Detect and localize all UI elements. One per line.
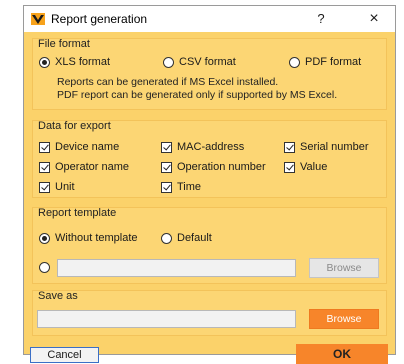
operator-name-label: Operator name: [55, 161, 129, 173]
device-name-checkbox[interactable]: Device name: [39, 141, 119, 153]
save-as-title: Save as: [38, 290, 78, 302]
excel-note-line1: Reports can be generated if MS Excel ins…: [57, 76, 279, 88]
without-template-label: Without template: [55, 232, 138, 244]
app-logo-icon: [31, 13, 45, 25]
ok-button[interactable]: OK: [296, 344, 388, 364]
report-template-group: Report template Without template Default…: [32, 207, 387, 284]
save-path-field[interactable]: [37, 310, 296, 328]
value-label: Value: [300, 161, 328, 173]
template-path-field[interactable]: [57, 259, 296, 277]
unit-label: Unit: [55, 181, 75, 193]
data-for-export-group: Data for export Device name MAC-address …: [32, 120, 387, 198]
checkbox-checked-icon: [284, 141, 295, 153]
report-generation-dialog: Report generation ? × File format XLS fo…: [23, 5, 396, 364]
operation-number-label: Operation number: [177, 161, 266, 173]
serial-number-checkbox[interactable]: Serial number: [284, 141, 368, 153]
template-browse-button[interactable]: Browse: [309, 258, 379, 278]
checkbox-checked-icon: [39, 161, 50, 173]
without-template-radio[interactable]: Without template: [39, 232, 138, 244]
checkbox-checked-icon: [161, 161, 172, 173]
value-checkbox[interactable]: Value: [284, 161, 327, 173]
cancel-button[interactable]: Cancel: [30, 347, 99, 363]
radio-unselected-icon: [39, 262, 50, 273]
time-label: Time: [177, 181, 202, 193]
checkbox-checked-icon: [161, 141, 172, 153]
checkbox-checked-icon: [39, 141, 50, 153]
data-for-export-title: Data for export: [38, 120, 111, 132]
default-template-radio[interactable]: Default: [161, 232, 212, 244]
radio-unselected-icon: [289, 56, 300, 68]
radio-selected-icon: [39, 232, 50, 244]
checkbox-checked-icon: [161, 181, 172, 193]
checkbox-checked-icon: [284, 161, 295, 173]
csv-format-radio[interactable]: CSV format: [163, 56, 236, 68]
report-template-title: Report template: [38, 207, 117, 219]
file-format-title: File format: [38, 38, 90, 50]
xls-format-radio[interactable]: XLS format: [39, 56, 110, 68]
help-button[interactable]: ?: [310, 9, 332, 29]
operator-name-checkbox[interactable]: Operator name: [39, 161, 129, 173]
radio-selected-icon: [39, 56, 50, 68]
pdf-format-radio[interactable]: PDF format: [289, 56, 361, 68]
default-template-label: Default: [177, 232, 212, 244]
radio-unselected-icon: [163, 56, 174, 68]
xls-format-label: XLS format: [55, 56, 111, 68]
window-title: Report generation: [51, 12, 148, 26]
save-browse-button[interactable]: Browse: [309, 309, 379, 329]
checkbox-checked-icon: [39, 181, 50, 193]
radio-unselected-icon: [161, 232, 172, 244]
unit-checkbox[interactable]: Unit: [39, 181, 75, 193]
custom-template-radio[interactable]: [39, 262, 55, 273]
pdf-format-label: PDF format: [305, 56, 362, 68]
mac-address-label: MAC-address: [177, 141, 245, 153]
title-bar[interactable]: Report generation ? ×: [24, 6, 395, 32]
serial-number-label: Serial number: [300, 141, 369, 153]
operation-number-checkbox[interactable]: Operation number: [161, 161, 266, 173]
excel-note-line2: PDF report can be generated only if supp…: [57, 89, 338, 101]
csv-format-label: CSV format: [179, 56, 236, 68]
file-format-group: File format XLS format CSV format PDF fo…: [32, 38, 387, 110]
device-name-label: Device name: [55, 141, 120, 153]
mac-address-checkbox[interactable]: MAC-address: [161, 141, 244, 153]
close-button[interactable]: ×: [363, 9, 385, 29]
save-as-group: Save as Browse: [32, 290, 387, 336]
time-checkbox[interactable]: Time: [161, 181, 201, 193]
